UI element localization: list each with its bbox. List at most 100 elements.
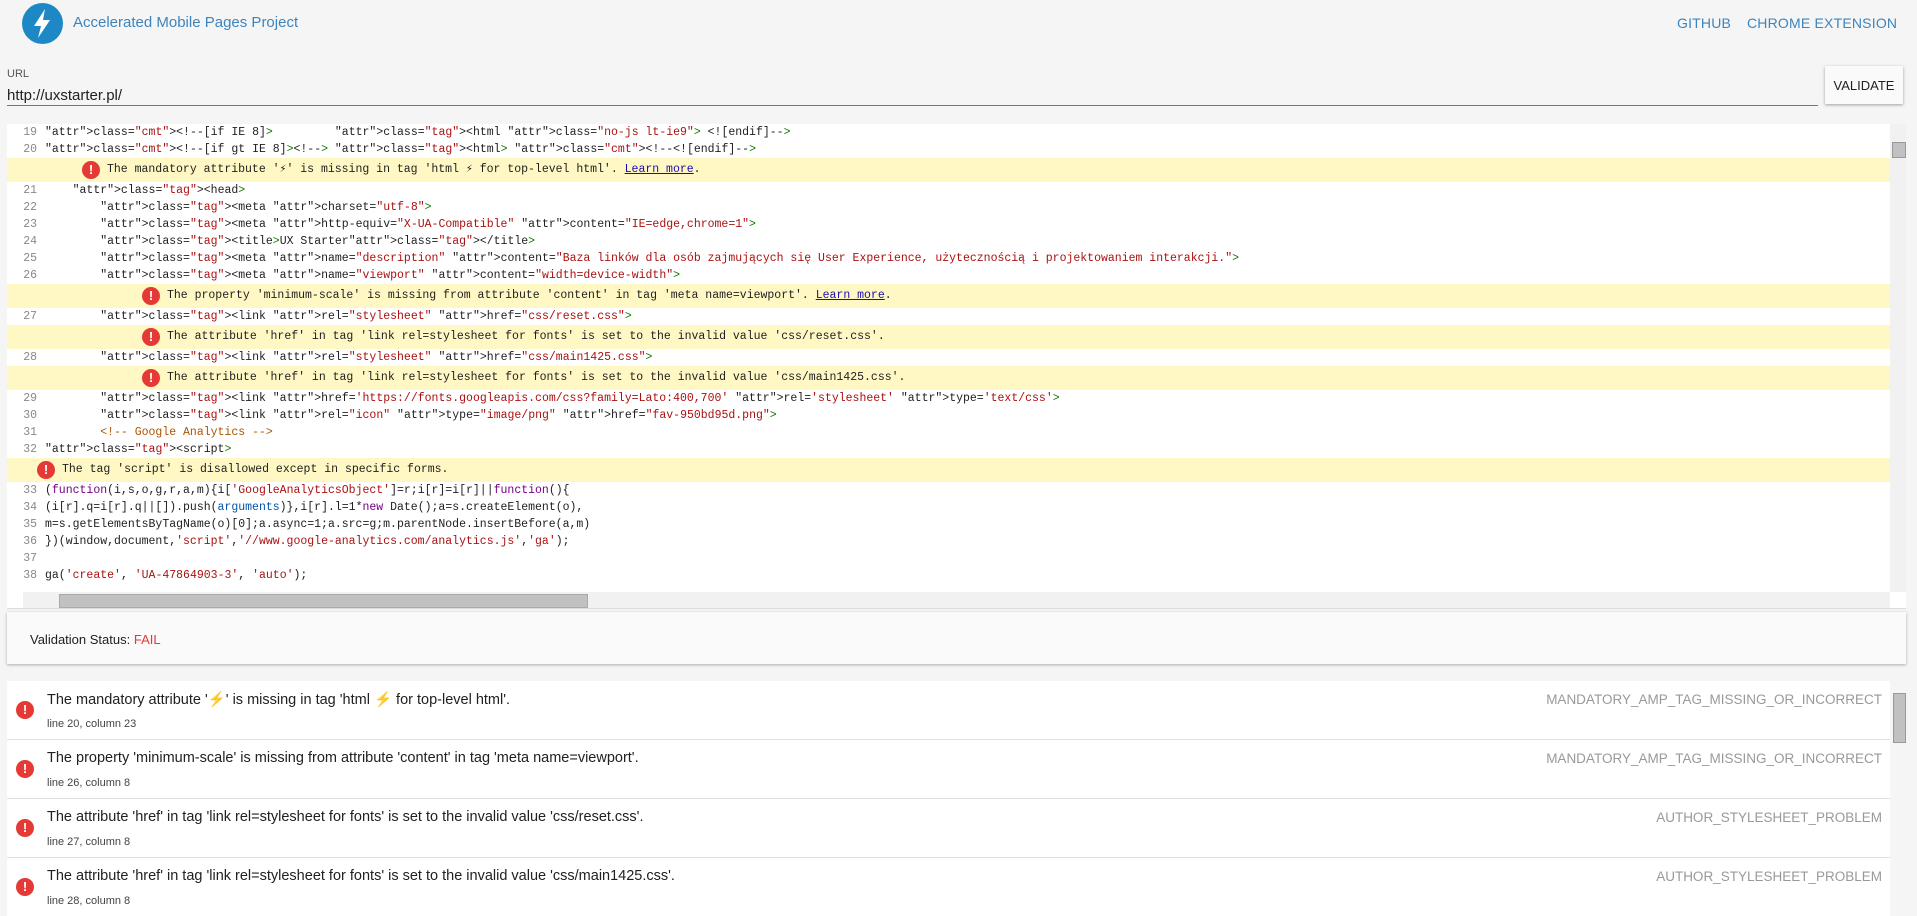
line-number: 22 xyxy=(23,201,37,214)
error-code: AUTHOR_STYLESHEET_PROBLEM xyxy=(1656,810,1882,825)
line-number: 34 xyxy=(23,501,37,514)
line-number: 35 xyxy=(23,518,37,531)
code-line: 29 "attr">class="tag"><link "attr">href=… xyxy=(7,390,1890,407)
inline-error-text: The mandatory attribute '⚡' is missing i… xyxy=(107,163,618,176)
line-number: 28 xyxy=(23,351,37,364)
code-text: "attr">class="tag"><link "attr">rel="ico… xyxy=(100,409,777,422)
line-number: 31 xyxy=(23,426,37,439)
error-icon: ! xyxy=(82,161,100,179)
error-list-item[interactable]: ! The property 'minimum-scale' is missing… xyxy=(7,740,1890,799)
inline-error-message: The mandatory attribute '⚡' is missing i… xyxy=(107,163,701,176)
error-list-scroll-thumb[interactable] xyxy=(1893,693,1906,743)
line-number: 19 xyxy=(23,126,37,139)
code-line: 28 "attr">class="tag"><link "attr">rel="… xyxy=(7,349,1890,366)
editor-horizontal-scrollbar[interactable] xyxy=(23,592,1890,608)
line-number: 25 xyxy=(23,252,37,265)
editor-vertical-scroll-thumb[interactable] xyxy=(1892,142,1906,158)
code-line: 24 "attr">class="tag"><title>UX Starter"… xyxy=(7,233,1890,250)
code-line: 35 m=s.getElementsByTagName(o)[0];a.async… xyxy=(7,516,1890,533)
code-line: 32 "attr">class="tag"><script> xyxy=(7,441,1890,458)
learn-more-link[interactable]: Learn more xyxy=(816,289,885,302)
inline-error-annotation: ! The attribute 'href' in tag 'link rel=s… xyxy=(7,325,1890,349)
code-text: "attr">class="tag"><title>UX Starter"att… xyxy=(100,235,536,248)
error-message: The mandatory attribute '⚡' is missing i… xyxy=(47,692,511,708)
inline-error-message: The tag 'script' is disallowed except in… xyxy=(62,458,448,482)
code-text: <!-- Google Analytics --> xyxy=(45,426,273,439)
inline-error-annotation: ! The attribute 'href' in tag 'link rel=s… xyxy=(7,366,1890,390)
error-location: line 27, column 8 xyxy=(47,836,131,848)
line-number: 32 xyxy=(23,443,37,456)
code-line: 25 "attr">class="tag"><meta "attr">name=… xyxy=(7,250,1890,267)
error-message: The property 'minimum-scale' is missing … xyxy=(47,750,639,766)
code-line: 37 xyxy=(7,550,1890,567)
error-list-item[interactable]: ! The mandatory attribute '⚡' is missing … xyxy=(7,681,1890,740)
validation-status-bar: Validation Status: FAIL xyxy=(7,612,1906,664)
code-text: "attr">class="cmt"><!--[if IE 8]> "attr"… xyxy=(45,126,791,139)
code-editor[interactable]: 19 "attr">class="cmt"><!--[if IE 8]> "att… xyxy=(7,124,1906,609)
code-text: "attr">class="tag"><link "attr">href='ht… xyxy=(100,392,1060,405)
line-number: 36 xyxy=(23,535,37,548)
code-text: m=s.getElementsByTagName(o)[0];a.async=1… xyxy=(45,518,591,531)
inline-error-annotation: ! The mandatory attribute '⚡' is missing … xyxy=(7,158,1890,182)
error-code: AUTHOR_STYLESHEET_PROBLEM xyxy=(1656,869,1882,884)
error-list-item[interactable]: ! The attribute 'href' in tag 'link rel=s… xyxy=(7,799,1890,858)
code-text: "attr">class="tag"><meta "attr">name="de… xyxy=(100,252,1240,265)
learn-more-link[interactable]: Learn more xyxy=(625,163,694,176)
code-text: (function(i,s,o,g,r,a,m){i['GoogleAnalyt… xyxy=(45,484,570,497)
inline-error-annotation: ! The property 'minimum-scale' is missing… xyxy=(7,284,1890,308)
code-text: "attr">class="tag"><link "attr">rel="sty… xyxy=(100,310,632,323)
status-value: FAIL xyxy=(133,632,161,647)
line-number: 30 xyxy=(23,409,37,422)
line-number: 37 xyxy=(23,552,37,565)
url-input[interactable] xyxy=(7,85,1818,106)
amp-logo-icon[interactable] xyxy=(22,3,63,44)
code-text: "attr">class="tag"><meta "attr">charset=… xyxy=(100,201,432,214)
error-icon: ! xyxy=(142,328,160,346)
inline-error-text: The attribute 'href' in tag 'link rel=st… xyxy=(167,330,885,343)
validate-button[interactable]: VALIDATE xyxy=(1825,66,1903,104)
code-line: 20 "attr">class="cmt"><!--[if gt IE 8]><!… xyxy=(7,141,1890,158)
line-number: 24 xyxy=(23,235,37,248)
error-icon: ! xyxy=(37,461,55,479)
code-lines: 19 "attr">class="cmt"><!--[if IE 8]> "att… xyxy=(7,124,1890,584)
chrome-extension-link[interactable]: CHROME EXTENSION xyxy=(1747,15,1897,31)
error-list: ! The mandatory attribute '⚡' is missing … xyxy=(7,681,1890,916)
error-code: MANDATORY_AMP_TAG_MISSING_OR_INCORRECT xyxy=(1546,751,1882,766)
error-list-scrollbar[interactable] xyxy=(1891,681,1906,916)
error-icon: ! xyxy=(142,369,160,387)
app-title[interactable]: Accelerated Mobile Pages Project xyxy=(73,14,298,31)
editor-vertical-scrollbar[interactable] xyxy=(1890,124,1906,592)
status-label: Validation Status: xyxy=(30,632,131,647)
error-list-item[interactable]: ! The attribute 'href' in tag 'link rel=s… xyxy=(7,858,1890,916)
code-text: "attr">class="tag"><script> xyxy=(45,443,232,456)
inline-error-text: The property 'minimum-scale' is missing … xyxy=(167,289,809,302)
inline-error-text: The tag 'script' is disallowed except in… xyxy=(62,463,449,476)
error-message: The attribute 'href' in tag 'link rel=st… xyxy=(47,868,675,884)
code-line: 30 "attr">class="tag"><link "attr">rel="… xyxy=(7,407,1890,424)
code-text: ga('create', 'UA-47864903-3', 'auto'); xyxy=(45,569,308,582)
code-line: 26 "attr">class="tag"><meta "attr">name=… xyxy=(7,267,1890,284)
code-line: 21 "attr">class="tag"><head> xyxy=(7,182,1890,199)
code-text: "attr">class="cmt"><!--[if gt IE 8]><!--… xyxy=(45,143,756,156)
error-icon: ! xyxy=(16,819,34,837)
github-link[interactable]: GITHUB xyxy=(1677,15,1731,31)
code-line: 22 "attr">class="tag"><meta "attr">chars… xyxy=(7,199,1890,216)
code-line: 36 })(window,document,'script','//www.goo… xyxy=(7,533,1890,550)
error-icon: ! xyxy=(16,878,34,896)
code-line: 27 "attr">class="tag"><link "attr">rel="… xyxy=(7,308,1890,325)
error-icon: ! xyxy=(16,760,34,778)
error-message: The attribute 'href' in tag 'link rel=st… xyxy=(47,809,644,825)
line-number: 23 xyxy=(23,218,37,231)
validation-status: Validation Status: FAIL xyxy=(30,632,161,647)
code-text: "attr">class="tag"><meta "attr">name="vi… xyxy=(100,269,681,282)
line-number: 38 xyxy=(23,569,37,582)
line-number: 29 xyxy=(23,392,37,405)
code-text: "attr">class="tag"><head> xyxy=(72,184,246,197)
error-location: line 26, column 8 xyxy=(47,777,131,789)
code-line: 31 <!-- Google Analytics --> xyxy=(7,424,1890,441)
code-line: 23 "attr">class="tag"><meta "attr">http-… xyxy=(7,216,1890,233)
code-text: })(window,document,'script','//www.googl… xyxy=(45,535,570,548)
inline-error-message: The attribute 'href' in tag 'link rel=st… xyxy=(167,325,885,349)
editor-horizontal-scroll-thumb[interactable] xyxy=(59,594,588,608)
error-location: line 28, column 8 xyxy=(47,895,131,907)
